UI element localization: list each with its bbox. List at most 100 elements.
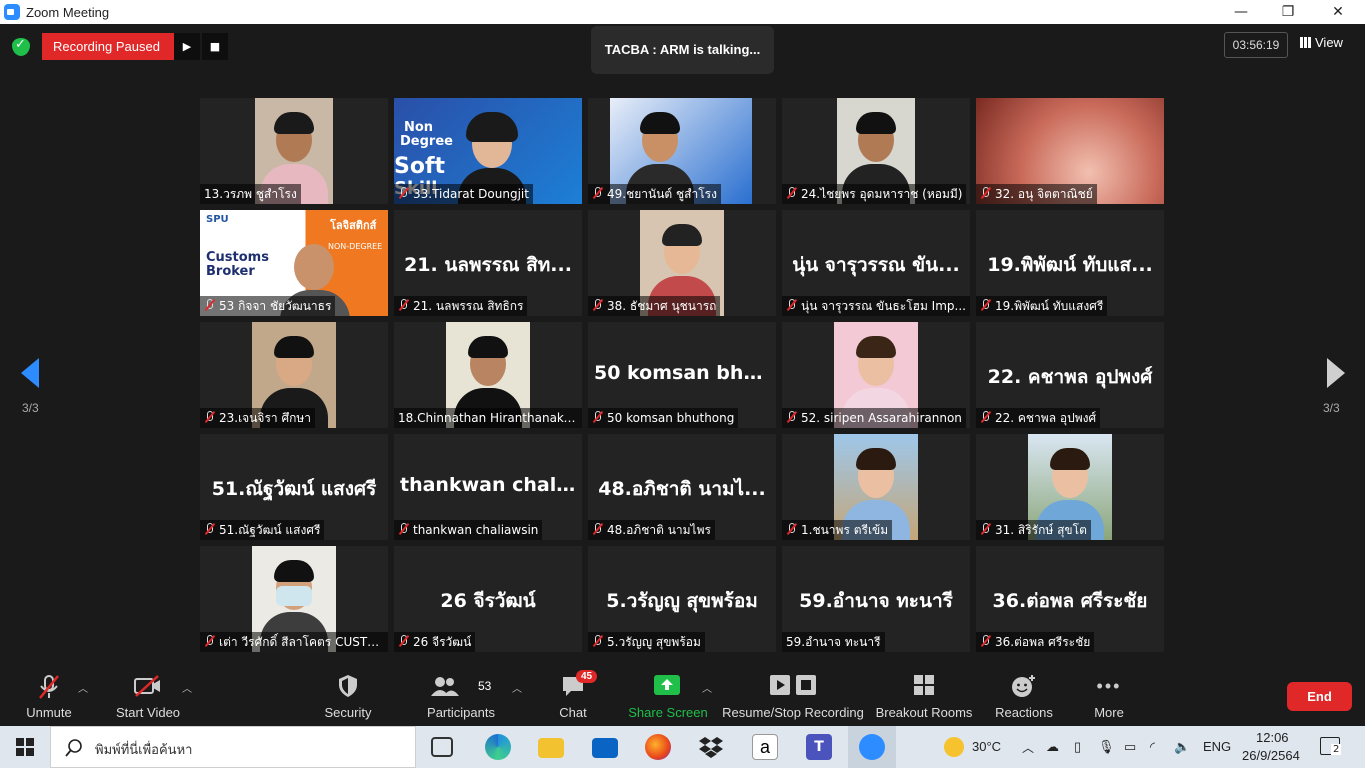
mail-icon[interactable] [592,738,618,758]
taskbar-search-input[interactable]: พิมพ์ที่นี่เพื่อค้นหา [50,726,416,768]
stop-recording-button[interactable]: ■ [202,33,228,60]
participant-tile[interactable]: เต่า วีรศักดิ์ สีลาโคตร CUSTO... [200,546,388,652]
window-title: Zoom Meeting [26,4,110,20]
share-options-caret-icon[interactable]: ︿ [702,680,712,695]
participant-name-label: 53 กิจจา ชัยวัฒนาธร [200,296,336,316]
participant-tile[interactable]: SPU โลจิสติกส์ NON-DEGREE Customs Broker 53 ก… [200,210,388,316]
next-page-icon[interactable] [1327,358,1345,388]
unmute-button[interactable]: Unmute [18,664,80,726]
participant-tile[interactable]: 36.ต่อพล ศรีระชัย 36.ต่อพล ศรีระชัย [976,546,1164,652]
participant-tile[interactable]: 49.ชยานันต์ ชูสำโรง [588,98,776,204]
participant-name-label: 26 จีรวัฒน์ [394,632,476,652]
participant-tile[interactable]: 13.วรภพ ชูสำโรง [200,98,388,204]
task-view-icon[interactable] [431,737,453,757]
resume-stop-recording-button[interactable]: Resume/Stop Recording [720,664,866,726]
close-button[interactable]: ✕ [1315,0,1361,24]
security-button[interactable]: Security [318,664,378,726]
face-shape [294,244,334,290]
minimize-button[interactable]: — [1218,0,1264,24]
participant-tile[interactable]: NonDegreeSoftSkill33.Tidarat Doungjit [394,98,582,204]
encryption-shield-icon[interactable] [12,37,30,56]
input-language[interactable]: ENG [1203,739,1231,754]
more-button[interactable]: ••• More [1084,664,1134,726]
meet-now-icon[interactable]: ▯ [1074,739,1081,755]
poster-customs: Customs [206,250,269,265]
restore-button[interactable]: ❐ [1265,0,1311,24]
show-hidden-icons-icon[interactable]: ︿ [1022,739,1034,756]
view-button[interactable]: View [1300,35,1343,50]
participant-tile[interactable]: 22. คชาพล อุปพงศ์ 22. คชาพล อุปพงศ์ [976,322,1164,428]
participant-tile[interactable]: นุ่น จารุวรรณ ขัน... นุ่น จารุวรรณ ขันธะโ… [782,210,970,316]
video-options-caret-icon[interactable]: ︿ [182,680,192,695]
muted-mic-icon [980,523,990,535]
participant-tile[interactable]: 59.อำนาจ ทะนารี 59.อำนาจ ทะนารี [782,546,970,652]
participants-button[interactable]: 53 Participants [422,664,500,726]
participant-name-label: 13.วรภพ ชูสำโรง [200,184,301,204]
wifi-icon[interactable]: ◜ [1150,739,1155,755]
muted-mic-icon [786,299,796,311]
resume-recording-button[interactable]: ▶ [174,33,200,60]
reactions-button[interactable]: Reactions [992,664,1056,726]
grid-icon [1300,37,1311,48]
edge-browser-icon[interactable] [485,734,511,760]
participant-tile[interactable]: thankwan chali... thankwan chaliawsin [394,434,582,540]
participant-tile[interactable]: 24.ไชยพร อุดมหาราช (หอมมี) [782,98,970,204]
chat-button[interactable]: 45 Chat [548,664,598,726]
clock-date[interactable]: 26/9/2564 [1242,748,1300,763]
face-mask [276,586,312,606]
participant-display-name: 50 komsan bhu... [594,362,770,384]
notification-center-icon[interactable]: 2 [1320,737,1342,755]
participants-caret-icon[interactable]: ︿ [512,680,522,695]
participant-tile[interactable]: 5.วรัญญู สุขพร้อม 5.วรัญญู สุขพร้อม [588,546,776,652]
smiley-plus-icon [1012,675,1035,697]
battery-icon[interactable]: ▭ [1124,739,1136,755]
teams-icon[interactable]: T [806,734,832,760]
participant-name: 36.ต่อพล ศรีระชัย [995,635,1091,649]
participant-tile[interactable]: 18.Chinnathan Hiranthanaku... [394,322,582,428]
participant-display-name: 22. คชาพล อุปพงศ์ [987,366,1153,388]
participant-tile[interactable]: 50 komsan bhu... 50 komsan bhuthong [588,322,776,428]
participant-name-label: 31. สิริรักษ์ สุขโต [976,520,1091,540]
participant-tile[interactable]: 38. ธัชมาศ นุชนารถ [588,210,776,316]
firefox-icon[interactable] [645,734,671,760]
muted-mic-icon [204,411,214,423]
cloud-icon[interactable]: ☁ [1046,739,1059,755]
muted-mic-icon [398,635,408,647]
windows-start-icon[interactable] [16,738,34,756]
file-explorer-icon[interactable] [538,738,564,758]
zoom-taskbar-active[interactable] [848,726,896,768]
banner-text: Non [404,120,434,135]
audio-options-caret-icon[interactable]: ︿ [78,680,88,695]
start-video-button[interactable]: Start Video [112,664,184,726]
muted-mic-icon [786,523,796,535]
hair-shape [856,336,896,358]
participant-tile[interactable]: 48.อภิชาติ นามไ... 48.อภิชาติ นามไพร [588,434,776,540]
participant-name-label: thankwan chaliawsin [394,520,543,540]
participant-name-label: 52. siripen Assarahirannon [782,408,966,428]
participant-tile[interactable]: 19.พิพัฒน์ ทับแส... 19.พิพัฒน์ ทับแสงศรี [976,210,1164,316]
participant-tile[interactable]: 23.เจนจิรา ศึกษา [200,322,388,428]
participant-tile[interactable]: 52. siripen Assarahirannon [782,322,970,428]
breakout-rooms-button[interactable]: Breakout Rooms [874,664,974,726]
weather-temp[interactable]: 30°C [972,739,1001,754]
participant-name-label: 51.ณัฐวัฒน์ แสงศรี [200,520,325,540]
participant-tile[interactable]: 1.ชนาพร ตรีเข้ม [782,434,970,540]
amazon-icon[interactable]: a [752,734,778,760]
participant-tile[interactable]: 32. อนุ จิตตาณิชย์ [976,98,1164,204]
hair-shape [274,560,314,582]
prev-page-icon[interactable] [21,358,39,388]
participant-tile[interactable]: 26 จีรวัฒน์ 26 จีรวัฒน์ [394,546,582,652]
participant-tile[interactable]: 51.ณัฐวัฒน์ แสงศรี 51.ณัฐวัฒน์ แสงศรี [200,434,388,540]
share-screen-button[interactable]: Share Screen [626,664,710,726]
end-meeting-button[interactable]: End [1287,682,1352,711]
hair-shape [640,112,680,134]
participant-tile[interactable]: 31. สิริรักษ์ สุขโต [976,434,1164,540]
participant-tile[interactable]: 21. นลพรรณ สิท... 21. นลพรรณ สิทธิกร [394,210,582,316]
participant-name: 32. อนุ จิตตาณิชย์ [995,187,1093,201]
clock-time[interactable]: 12:06 [1256,730,1289,745]
weather-sun-icon[interactable] [944,737,964,757]
microphone-icon[interactable]: 🎙 [1098,739,1115,755]
participant-display-name: 19.พิพัฒน์ ทับแส... [987,254,1153,276]
dropbox-icon[interactable] [698,734,724,760]
volume-icon[interactable]: 🔈 [1174,739,1190,755]
